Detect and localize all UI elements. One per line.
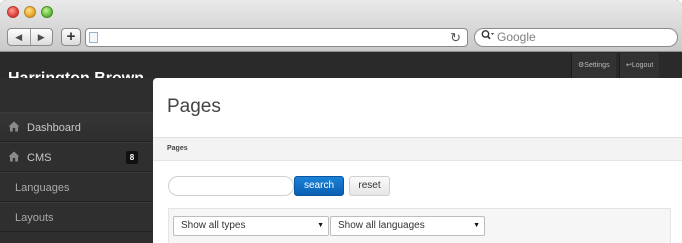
logout-label: Logout: [631, 62, 654, 69]
minimize-window-button[interactable]: [24, 6, 36, 18]
browser-search-input[interactable]: Google: [474, 28, 678, 47]
dropdown-arrow-icon: ▼: [317, 222, 324, 229]
new-tab-button[interactable]: +: [61, 28, 81, 46]
count-badge: 8: [126, 151, 138, 164]
sidebar-item-dashboard[interactable]: Dashboard: [0, 112, 153, 142]
sidebar-item-label: Languages: [15, 182, 70, 194]
reset-button[interactable]: reset: [349, 176, 390, 196]
forward-button[interactable]: ▶: [29, 29, 53, 45]
nav-buttons: ◀ ▶: [7, 28, 53, 46]
browser-search-placeholder: Google: [497, 30, 536, 44]
page-title: Pages: [167, 96, 221, 117]
sidebar-item-label: Dashboard: [27, 122, 81, 134]
filter-panel: Show all types ▼ Show all languages ▼: [168, 208, 671, 243]
sidebar-item-cms[interactable]: CMS 8: [0, 142, 153, 172]
home-icon: [8, 121, 20, 135]
zoom-window-button[interactable]: [41, 6, 53, 18]
sidebar-item-languages[interactable]: Languages: [0, 172, 153, 202]
home-icon: [8, 151, 20, 165]
sidebar-item-layouts[interactable]: Layouts: [0, 202, 153, 232]
search-icon: [481, 29, 495, 46]
language-filter-value: Show all languages: [338, 220, 425, 231]
browser-window: ◀ ▶ + ↻ Google ⚙Settings ↩Logout Dashboa…: [0, 0, 682, 243]
language-filter-select[interactable]: Show all languages ▼: [330, 216, 485, 236]
type-filter-value: Show all types: [181, 220, 246, 231]
dropdown-arrow-icon: ▼: [473, 222, 480, 229]
browser-toolbar: ◀ ▶ + ↻ Google: [0, 0, 682, 52]
sidebar-item-label: CMS: [27, 152, 52, 164]
search-input[interactable]: [168, 176, 294, 196]
back-button[interactable]: ◀: [8, 29, 30, 45]
search-button[interactable]: search: [294, 176, 344, 196]
type-filter-select[interactable]: Show all types ▼: [173, 216, 329, 236]
sidebar-item-label: Layouts: [15, 212, 54, 224]
close-window-button[interactable]: [7, 6, 19, 18]
page-icon: [89, 32, 98, 43]
breadcrumb: Pages: [153, 137, 682, 161]
sidebar: Dashboard CMS 8 Languages Layouts: [0, 78, 153, 243]
main-content: Pages Pages search reset Show all types …: [153, 78, 682, 243]
reload-icon[interactable]: ↻: [450, 30, 461, 46]
settings-button[interactable]: ⚙Settings: [571, 53, 616, 78]
logout-button[interactable]: ↩Logout: [619, 53, 660, 78]
address-bar[interactable]: ↻: [85, 28, 468, 47]
settings-label: Settings: [584, 62, 610, 69]
